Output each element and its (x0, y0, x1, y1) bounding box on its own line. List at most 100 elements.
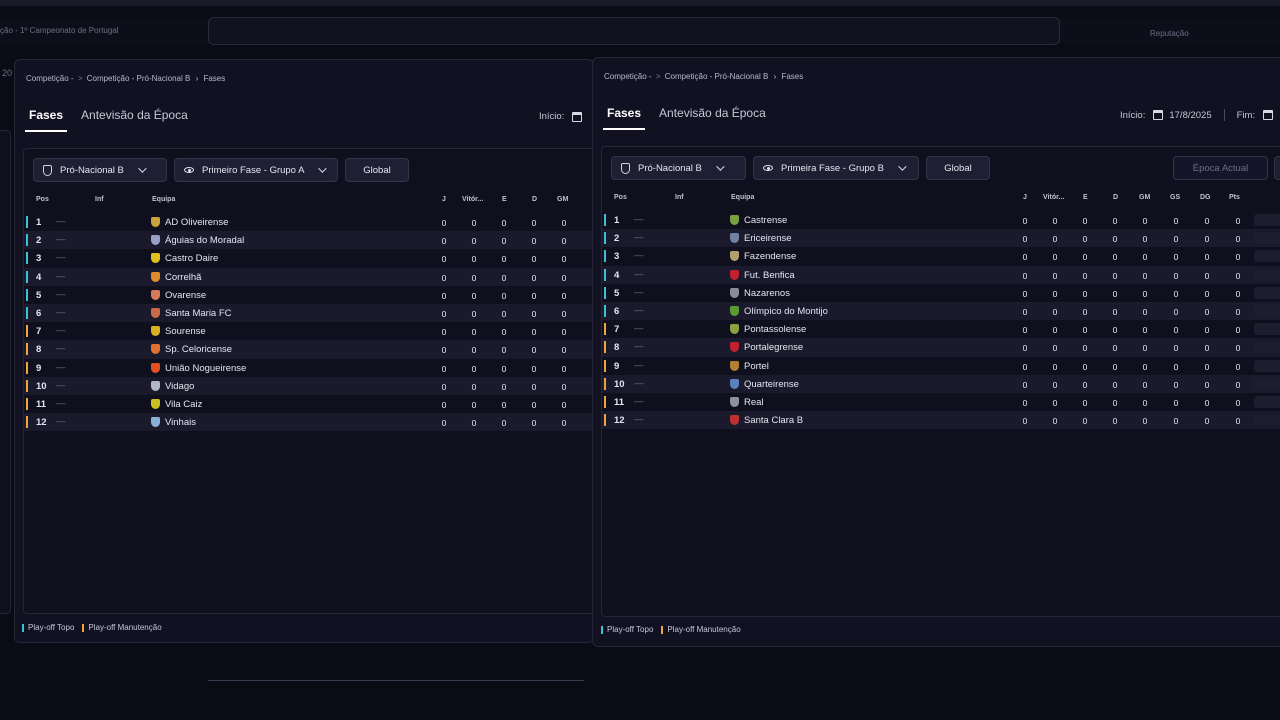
column-d[interactable]: D (1113, 194, 1118, 201)
team-name[interactable]: Pontassolense (744, 324, 806, 335)
column-inf[interactable]: Inf (675, 194, 684, 201)
team-name[interactable]: Vila Caiz (165, 399, 202, 410)
phase-dropdown[interactable]: Primeira Fase - Grupo B (753, 156, 919, 180)
column-gm[interactable]: GM (557, 196, 568, 203)
table-row[interactable]: 10 — Quarteirense 0 0 0 0 0 0 0 0 (602, 374, 1280, 393)
stat-value: 0 (471, 308, 477, 319)
stat-value: 0 (1173, 306, 1179, 317)
breadcrumb-parent[interactable]: Competição - Pró-Nacional B (665, 72, 769, 81)
column-dg[interactable]: DG (1200, 194, 1211, 201)
table-row[interactable]: 9 — Portel 0 0 0 0 0 0 0 0 (602, 357, 1280, 375)
team-name[interactable]: Vinhais (165, 417, 196, 428)
breadcrumb-root[interactable]: Competição - (26, 74, 74, 83)
column-pts[interactable]: Pts (1229, 194, 1240, 201)
team-name[interactable]: Sourense (165, 326, 206, 337)
column-gs[interactable]: GS (1170, 194, 1180, 201)
table-row[interactable]: 12 — Vinhais 0 0 0 0 0 (24, 413, 593, 432)
table-row[interactable]: 1 — Castrense 0 0 0 0 0 0 0 0 (602, 211, 1280, 229)
table-row[interactable]: 8 — Portalegrense 0 0 0 0 0 0 0 0 (602, 338, 1280, 357)
tab-antevisao[interactable]: Antevisão da Época (77, 108, 192, 132)
team-crest-icon (151, 326, 160, 337)
table-row[interactable]: 10 — Vidago 0 0 0 0 0 (24, 376, 593, 395)
table-row[interactable]: 11 — Vila Caiz 0 0 0 0 0 (24, 395, 593, 413)
calendar-icon[interactable] (1153, 110, 1164, 120)
team-name[interactable]: Correlhã (165, 272, 201, 283)
start-date-value[interactable]: 17/8/2025 (1169, 110, 1211, 121)
column-inf[interactable]: Inf (95, 196, 104, 203)
team-name[interactable]: Ericeirense (744, 233, 792, 244)
column-j[interactable]: J (442, 196, 446, 203)
table-row[interactable]: 8 — Sp. Celoricense 0 0 0 0 0 (24, 340, 593, 359)
team-crest-icon (730, 233, 739, 244)
tab-fases[interactable]: Fases (603, 106, 646, 130)
column-j[interactable]: J (1023, 194, 1027, 201)
team-name[interactable]: AD Oliveirense (165, 217, 228, 228)
calendar-icon[interactable] (572, 111, 583, 122)
stat-value: 0 (1052, 234, 1058, 245)
team-name[interactable]: Ovarense (165, 290, 206, 301)
breadcrumb-root[interactable]: Competição - (604, 72, 652, 81)
table-row[interactable]: 11 — Real 0 0 0 0 0 0 0 0 (602, 393, 1280, 411)
table-row[interactable]: 4 — Correlhã 0 0 0 0 0 (24, 267, 593, 286)
breadcrumb-parent[interactable]: Competição - Pró-Nacional B (87, 74, 191, 83)
table-row[interactable]: 3 — Fazendense 0 0 0 0 0 0 0 0 (602, 247, 1280, 265)
team-name[interactable]: Santa Clara B (744, 415, 803, 426)
column-e[interactable]: E (502, 196, 507, 203)
team-name[interactable]: Olímpico do Montijo (744, 306, 828, 317)
table-row[interactable]: 1 — AD Oliveirense 0 0 0 0 0 (24, 213, 593, 231)
column-v[interactable]: Vitór... (462, 196, 483, 203)
team-crest-icon (730, 342, 739, 353)
stat-value: 0 (501, 327, 507, 338)
team-name[interactable]: Castrense (744, 215, 787, 226)
table-row[interactable]: 7 — Sourense 0 0 0 0 0 (24, 322, 593, 340)
stat-value: 0 (501, 345, 507, 356)
team-name[interactable]: Portalegrense (744, 342, 803, 353)
column-team[interactable]: Equipa (731, 194, 754, 201)
column-pos[interactable]: Pos (614, 194, 627, 201)
tab-fases[interactable]: Fases (25, 108, 68, 132)
column-pos[interactable]: Pos (36, 196, 49, 203)
qualification-marker (26, 343, 28, 356)
team-name[interactable]: Nazarenos (744, 288, 790, 299)
stat-value: 0 (561, 218, 567, 228)
global-button[interactable]: Global (345, 158, 409, 182)
table-row[interactable]: 6 — Santa Maria FC 0 0 0 0 0 (24, 303, 593, 323)
table-row[interactable]: 9 — União Nogueirense 0 0 0 0 0 (24, 359, 593, 377)
table-row[interactable]: 6 — Olímpico do Montijo 0 0 0 0 0 0 0 0 (602, 301, 1280, 321)
column-team[interactable]: Equipa (152, 196, 175, 203)
stat-value: 0 (441, 363, 447, 374)
calendar-icon[interactable] (1263, 110, 1274, 120)
team-name[interactable]: Portel (744, 361, 769, 372)
table-row[interactable]: 7 — Pontassolense 0 0 0 0 0 0 0 0 (602, 320, 1280, 338)
table-row[interactable]: 5 — Nazarenos 0 0 0 0 0 0 0 0 (602, 284, 1280, 302)
current-season-button[interactable]: Época Actual (1173, 156, 1268, 180)
table-row[interactable]: 5 — Ovarense 0 0 0 0 0 (24, 286, 593, 304)
stat-value: 0 (1112, 234, 1118, 245)
column-v[interactable]: Vitór... (1043, 194, 1064, 201)
division-dropdown[interactable]: Pró-Nacional B (33, 158, 167, 182)
global-button[interactable]: Global (926, 156, 990, 180)
team-name[interactable]: Santa Maria FC (165, 308, 232, 319)
phase-dropdown[interactable]: Primeiro Fase - Grupo A (174, 158, 338, 182)
breadcrumb-separator: > (77, 74, 83, 83)
table-row[interactable]: 12 — Santa Clara B 0 0 0 0 0 0 0 0 (602, 411, 1280, 430)
table-row[interactable]: 2 — Ericeirense 0 0 0 0 0 0 0 0 (602, 229, 1280, 248)
team-name[interactable]: Vidago (165, 381, 194, 392)
team-name[interactable]: Real (744, 397, 764, 408)
column-d[interactable]: D (532, 196, 537, 203)
table-row[interactable]: 2 — Águias do Moradal 0 0 0 0 0 (24, 231, 593, 250)
team-name[interactable]: Fazendense (744, 251, 796, 262)
division-dropdown[interactable]: Pró-Nacional B (611, 156, 746, 180)
team-name[interactable]: Sp. Celoricense (165, 344, 232, 355)
extra-button[interactable] (1274, 156, 1280, 180)
column-gm[interactable]: GM (1139, 194, 1150, 201)
column-e[interactable]: E (1083, 194, 1088, 201)
table-row[interactable]: 3 — Castro Daire 0 0 0 0 0 (24, 249, 593, 267)
team-name[interactable]: Fut. Benfica (744, 270, 795, 281)
team-name[interactable]: Quarteirense (744, 379, 799, 390)
table-row[interactable]: 4 — Fut. Benfica 0 0 0 0 0 0 0 0 (602, 265, 1280, 284)
team-name[interactable]: União Nogueirense (165, 363, 246, 374)
team-name[interactable]: Castro Daire (165, 253, 218, 264)
team-name[interactable]: Águias do Moradal (165, 235, 244, 246)
tab-antevisao[interactable]: Antevisão da Época (655, 106, 770, 130)
